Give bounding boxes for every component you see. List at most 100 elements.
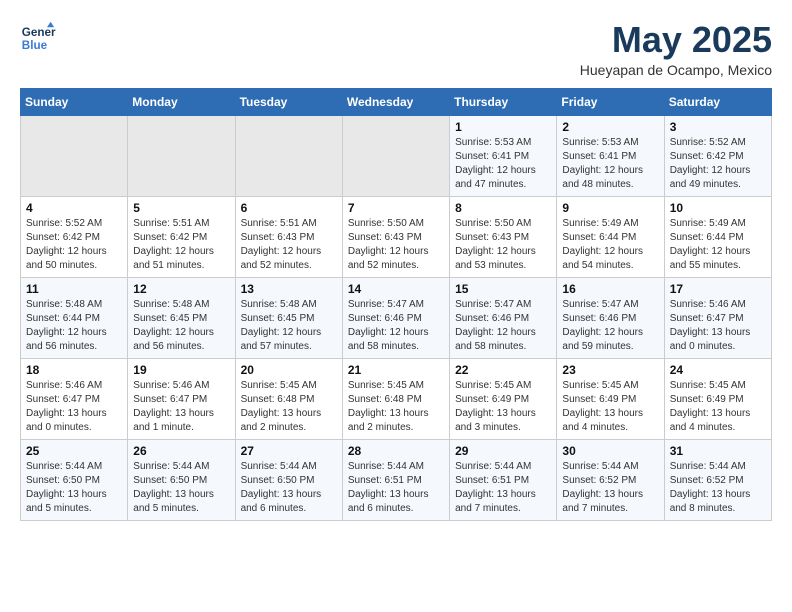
day-number: 26 <box>133 444 229 458</box>
calendar-cell: 27 Sunrise: 5:44 AM Sunset: 6:50 PM Dayli… <box>235 439 342 520</box>
day-info: Sunrise: 5:49 AM Sunset: 6:44 PM Dayligh… <box>562 217 658 273</box>
day-number: 5 <box>133 201 229 215</box>
day-info: Sunrise: 5:53 AM Sunset: 6:41 PM Dayligh… <box>562 136 658 192</box>
day-info: Sunrise: 5:45 AM Sunset: 6:49 PM Dayligh… <box>455 379 551 435</box>
day-info: Sunrise: 5:46 AM Sunset: 6:47 PM Dayligh… <box>26 379 122 435</box>
calendar-cell: 6 Sunrise: 5:51 AM Sunset: 6:43 PM Daylig… <box>235 196 342 277</box>
day-info: Sunrise: 5:47 AM Sunset: 6:46 PM Dayligh… <box>455 298 551 354</box>
calendar-week-row: 1 Sunrise: 5:53 AM Sunset: 6:41 PM Daylig… <box>21 115 772 196</box>
calendar-cell: 1 Sunrise: 5:53 AM Sunset: 6:41 PM Daylig… <box>450 115 557 196</box>
calendar-cell: 2 Sunrise: 5:53 AM Sunset: 6:41 PM Daylig… <box>557 115 664 196</box>
day-number: 23 <box>562 363 658 377</box>
calendar-cell: 31 Sunrise: 5:44 AM Sunset: 6:52 PM Dayli… <box>664 439 771 520</box>
calendar-table: SundayMondayTuesdayWednesdayThursdayFrid… <box>20 88 772 521</box>
day-info: Sunrise: 5:46 AM Sunset: 6:47 PM Dayligh… <box>133 379 229 435</box>
weekday-header: Saturday <box>664 88 771 115</box>
logo-icon: General Blue <box>20 20 56 56</box>
day-info: Sunrise: 5:44 AM Sunset: 6:51 PM Dayligh… <box>348 460 444 516</box>
weekday-header: Tuesday <box>235 88 342 115</box>
day-info: Sunrise: 5:52 AM Sunset: 6:42 PM Dayligh… <box>26 217 122 273</box>
svg-text:Blue: Blue <box>22 39 48 52</box>
weekday-header: Friday <box>557 88 664 115</box>
day-number: 16 <box>562 282 658 296</box>
day-info: Sunrise: 5:50 AM Sunset: 6:43 PM Dayligh… <box>348 217 444 273</box>
weekday-header: Sunday <box>21 88 128 115</box>
calendar-cell <box>21 115 128 196</box>
calendar-cell: 26Sunrise: 5:44 AM Sunset: 6:50 PM Dayli… <box>128 439 235 520</box>
day-number: 15 <box>455 282 551 296</box>
day-info: Sunrise: 5:52 AM Sunset: 6:42 PM Dayligh… <box>670 136 766 192</box>
calendar-cell: 3 Sunrise: 5:52 AM Sunset: 6:42 PM Daylig… <box>664 115 771 196</box>
calendar-cell: 5 Sunrise: 5:51 AM Sunset: 6:42 PM Daylig… <box>128 196 235 277</box>
day-number: 11 <box>26 282 122 296</box>
day-info: Sunrise: 5:48 AM Sunset: 6:45 PM Dayligh… <box>241 298 337 354</box>
day-info: Sunrise: 5:51 AM Sunset: 6:42 PM Dayligh… <box>133 217 229 273</box>
day-number: 28 <box>348 444 444 458</box>
day-info: Sunrise: 5:46 AM Sunset: 6:47 PM Dayligh… <box>670 298 766 354</box>
calendar-cell: 17 Sunrise: 5:46 AM Sunset: 6:47 PM Dayli… <box>664 277 771 358</box>
calendar-cell: 24Sunrise: 5:45 AM Sunset: 6:49 PM Dayli… <box>664 358 771 439</box>
calendar-cell: 16 Sunrise: 5:47 AM Sunset: 6:46 PM Dayli… <box>557 277 664 358</box>
day-number: 12 <box>133 282 229 296</box>
calendar-cell: 15 Sunrise: 5:47 AM Sunset: 6:46 PM Dayli… <box>450 277 557 358</box>
calendar-cell <box>235 115 342 196</box>
title-block: May 2025 Hueyapan de Ocampo, Mexico <box>580 20 772 78</box>
calendar-cell: 14Sunrise: 5:47 AM Sunset: 6:46 PM Dayli… <box>342 277 449 358</box>
day-number: 17 <box>670 282 766 296</box>
calendar-cell: 28 Sunrise: 5:44 AM Sunset: 6:51 PM Dayli… <box>342 439 449 520</box>
day-number: 19 <box>133 363 229 377</box>
day-number: 8 <box>455 201 551 215</box>
day-info: Sunrise: 5:44 AM Sunset: 6:51 PM Dayligh… <box>455 460 551 516</box>
day-info: Sunrise: 5:51 AM Sunset: 6:43 PM Dayligh… <box>241 217 337 273</box>
day-number: 25 <box>26 444 122 458</box>
day-number: 31 <box>670 444 766 458</box>
day-info: Sunrise: 5:44 AM Sunset: 6:52 PM Dayligh… <box>670 460 766 516</box>
day-info: Sunrise: 5:47 AM Sunset: 6:46 PM Dayligh… <box>562 298 658 354</box>
day-info: Sunrise: 5:45 AM Sunset: 6:48 PM Dayligh… <box>241 379 337 435</box>
calendar-week-row: 11 Sunrise: 5:48 AM Sunset: 6:44 PM Dayli… <box>21 277 772 358</box>
calendar-cell: 21 Sunrise: 5:45 AM Sunset: 6:48 PM Dayli… <box>342 358 449 439</box>
day-number: 4 <box>26 201 122 215</box>
location: Hueyapan de Ocampo, Mexico <box>580 62 772 78</box>
day-info: Sunrise: 5:47 AM Sunset: 6:46 PM Dayligh… <box>348 298 444 354</box>
day-info: Sunrise: 5:44 AM Sunset: 6:50 PM Dayligh… <box>26 460 122 516</box>
calendar-cell: 12 Sunrise: 5:48 AM Sunset: 6:45 PM Dayli… <box>128 277 235 358</box>
day-info: Sunrise: 5:45 AM Sunset: 6:48 PM Dayligh… <box>348 379 444 435</box>
day-number: 22 <box>455 363 551 377</box>
day-number: 13 <box>241 282 337 296</box>
calendar-cell <box>128 115 235 196</box>
calendar-week-row: 18 Sunrise: 5:46 AM Sunset: 6:47 PM Dayli… <box>21 358 772 439</box>
calendar-cell: 18 Sunrise: 5:46 AM Sunset: 6:47 PM Dayli… <box>21 358 128 439</box>
day-number: 21 <box>348 363 444 377</box>
day-info: Sunrise: 5:45 AM Sunset: 6:49 PM Dayligh… <box>562 379 658 435</box>
day-number: 29 <box>455 444 551 458</box>
calendar-week-row: 25 Sunrise: 5:44 AM Sunset: 6:50 PM Dayli… <box>21 439 772 520</box>
day-number: 18 <box>26 363 122 377</box>
day-number: 24 <box>670 363 766 377</box>
calendar-cell: 23 Sunrise: 5:45 AM Sunset: 6:49 PM Dayli… <box>557 358 664 439</box>
day-info: Sunrise: 5:44 AM Sunset: 6:50 PM Dayligh… <box>241 460 337 516</box>
calendar-cell: 7 Sunrise: 5:50 AM Sunset: 6:43 PM Daylig… <box>342 196 449 277</box>
day-info: Sunrise: 5:48 AM Sunset: 6:44 PM Dayligh… <box>26 298 122 354</box>
day-number: 3 <box>670 120 766 134</box>
calendar-cell <box>342 115 449 196</box>
day-number: 2 <box>562 120 658 134</box>
page-header: General Blue May 2025 Hueyapan de Ocampo… <box>20 20 772 78</box>
day-info: Sunrise: 5:53 AM Sunset: 6:41 PM Dayligh… <box>455 136 551 192</box>
day-info: Sunrise: 5:49 AM Sunset: 6:44 PM Dayligh… <box>670 217 766 273</box>
day-number: 1 <box>455 120 551 134</box>
calendar-cell: 4 Sunrise: 5:52 AM Sunset: 6:42 PM Daylig… <box>21 196 128 277</box>
calendar-cell: 20 Sunrise: 5:45 AM Sunset: 6:48 PM Dayli… <box>235 358 342 439</box>
day-number: 27 <box>241 444 337 458</box>
day-info: Sunrise: 5:50 AM Sunset: 6:43 PM Dayligh… <box>455 217 551 273</box>
weekday-header-row: SundayMondayTuesdayWednesdayThursdayFrid… <box>21 88 772 115</box>
svg-text:General: General <box>22 26 56 39</box>
calendar-cell: 10Sunrise: 5:49 AM Sunset: 6:44 PM Dayli… <box>664 196 771 277</box>
logo: General Blue <box>20 20 56 56</box>
day-number: 6 <box>241 201 337 215</box>
day-number: 20 <box>241 363 337 377</box>
day-number: 30 <box>562 444 658 458</box>
calendar-cell: 19 Sunrise: 5:46 AM Sunset: 6:47 PM Dayli… <box>128 358 235 439</box>
day-info: Sunrise: 5:48 AM Sunset: 6:45 PM Dayligh… <box>133 298 229 354</box>
day-number: 7 <box>348 201 444 215</box>
